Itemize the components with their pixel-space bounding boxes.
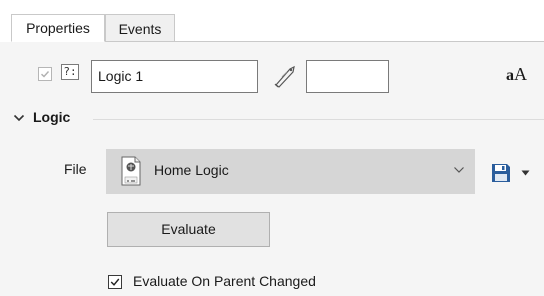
tab-properties[interactable]: Properties (11, 14, 105, 42)
type-icon[interactable]: ?: (61, 64, 79, 80)
caret-down-icon[interactable] (521, 170, 530, 176)
chevron-down-icon (454, 167, 464, 173)
file-label: File (64, 161, 87, 177)
checkmark-icon (110, 278, 120, 286)
font-icon-big: A (514, 64, 527, 84)
checkmark-icon (41, 71, 50, 78)
enabled-checkbox[interactable] (38, 67, 52, 81)
tab-bar: Properties Events (0, 0, 544, 42)
tag-field[interactable] (306, 60, 389, 93)
file-select-value: Home Logic (154, 162, 229, 178)
evaluate-on-parent-changed-label[interactable]: Evaluate On Parent Changed (133, 273, 316, 289)
file-select[interactable]: Home Logic (106, 149, 475, 194)
tab-events[interactable]: Events (105, 14, 175, 42)
section-divider (93, 119, 544, 120)
evaluate-on-parent-changed-checkbox[interactable] (108, 275, 122, 289)
logic-file-icon (121, 156, 141, 186)
evaluate-button[interactable]: Evaluate (107, 212, 270, 247)
section-title-logic[interactable]: Logic (33, 109, 70, 125)
name-field[interactable]: Logic 1 (91, 60, 258, 93)
properties-panel: Properties Events ?: Logic 1 aA Logic Fi… (0, 0, 544, 296)
chevron-down-icon[interactable] (13, 113, 25, 123)
font-size-icon[interactable]: aA (506, 64, 527, 85)
font-icon-small: a (506, 67, 514, 84)
tag-icon[interactable] (272, 64, 298, 88)
save-icon[interactable] (491, 163, 511, 183)
